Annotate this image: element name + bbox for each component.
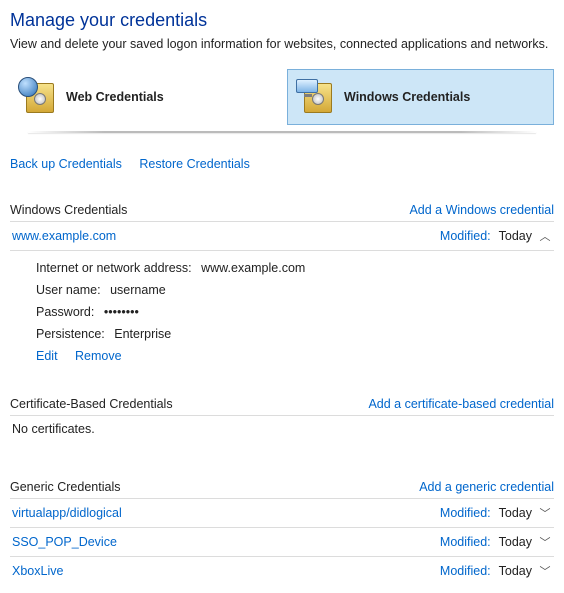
credential-name[interactable]: SSO_POP_Device (12, 535, 117, 549)
chevron-down-icon[interactable]: ﹀ (538, 534, 552, 550)
page-subtitle: View and delete your saved logon informa… (10, 37, 554, 51)
add-generic-credential-link[interactable]: Add a generic credential (419, 480, 554, 494)
chevron-down-icon[interactable]: ﹀ (538, 563, 552, 579)
persistence-label: Persistence: (36, 327, 105, 341)
modified-value: Today (499, 564, 532, 578)
credential-name[interactable]: virtualapp/didlogical (12, 506, 122, 520)
tab-windows-credentials[interactable]: Windows Credentials (287, 69, 554, 125)
tab-windows-label: Windows Credentials (344, 90, 470, 104)
modified-value: Today (499, 535, 532, 549)
modified-label: Modified: (440, 564, 491, 578)
credential-name[interactable]: XboxLive (12, 564, 63, 578)
remove-credential-link[interactable]: Remove (75, 349, 122, 363)
persistence-value: Enterprise (114, 327, 171, 341)
generic-credentials-header: Generic Credentials Add a generic creden… (10, 476, 554, 494)
backup-credentials-link[interactable]: Back up Credentials (10, 157, 122, 171)
page-title: Manage your credentials (10, 10, 554, 31)
modified-label: Modified: (440, 535, 491, 549)
backup-restore-row: Back up Credentials Restore Credentials (10, 157, 554, 171)
credential-name[interactable]: www.example.com (12, 229, 116, 243)
add-windows-credential-link[interactable]: Add a Windows credential (409, 203, 554, 217)
tab-web-credentials[interactable]: Web Credentials (10, 69, 275, 125)
no-certificates-text: No certificates. (10, 415, 554, 454)
restore-credentials-link[interactable]: Restore Credentials (139, 157, 249, 171)
add-cert-credential-link[interactable]: Add a certificate-based credential (368, 397, 554, 411)
modified-value: Today (499, 229, 532, 243)
address-label: Internet or network address: (36, 261, 192, 275)
chevron-down-icon[interactable]: ﹀ (538, 505, 552, 521)
credential-type-tabs: Web Credentials Windows Credentials (10, 69, 554, 125)
chevron-up-icon[interactable]: ︿ (538, 228, 552, 244)
modified-label: Modified: (440, 229, 491, 243)
credential-row[interactable]: SSO_POP_Device Modified: Today ﹀ (10, 527, 554, 556)
generic-credentials-title: Generic Credentials (10, 480, 120, 494)
credential-row[interactable]: XboxLive Modified: Today ﹀ (10, 556, 554, 585)
windows-credentials-header: Windows Credentials Add a Windows creden… (10, 199, 554, 217)
tab-web-label: Web Credentials (66, 90, 164, 104)
tab-separator (28, 131, 536, 133)
username-value: username (110, 283, 166, 297)
credential-row[interactable]: www.example.com Modified: Today ︿ (10, 221, 554, 250)
username-label: User name: (36, 283, 101, 297)
address-value: www.example.com (201, 261, 305, 275)
cert-credentials-header: Certificate-Based Credentials Add a cert… (10, 393, 554, 411)
windows-credentials-title: Windows Credentials (10, 203, 127, 217)
edit-credential-link[interactable]: Edit (36, 349, 58, 363)
password-label: Password: (36, 305, 94, 319)
modified-label: Modified: (440, 506, 491, 520)
web-credentials-icon (18, 77, 58, 117)
password-value: •••••••• (104, 305, 139, 319)
credential-details: Internet or network address: www.example… (10, 250, 554, 371)
modified-value: Today (499, 506, 532, 520)
cert-credentials-title: Certificate-Based Credentials (10, 397, 173, 411)
credential-row[interactable]: virtualapp/didlogical Modified: Today ﹀ (10, 498, 554, 527)
windows-credentials-icon (296, 77, 336, 117)
